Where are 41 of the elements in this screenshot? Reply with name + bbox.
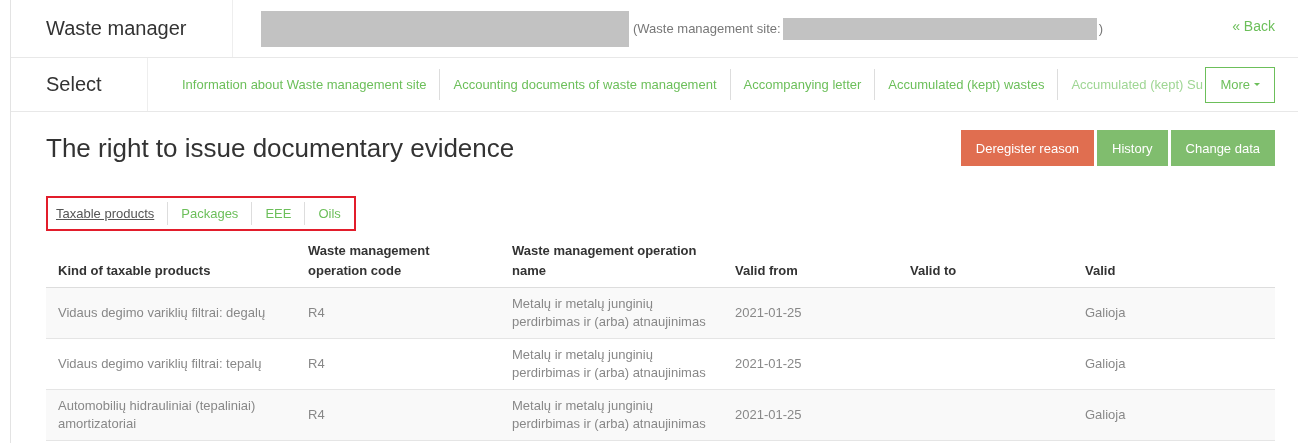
nav-label: Select <box>46 73 102 96</box>
tab[interactable]: Packages <box>168 202 253 225</box>
tab[interactable]: Taxable products <box>48 202 169 225</box>
nav-link[interactable]: Accumulated (kept) wastes <box>875 69 1059 100</box>
table-cell: 2021-01-25 <box>735 356 802 371</box>
action-button[interactable]: Change data <box>1170 130 1275 166</box>
table-cell: Metalų ir metalų junginių perdirbimas ir (arba) atnaujinimas <box>512 347 706 380</box>
column-header: Kind of taxable products <box>46 235 296 288</box>
column-header: Valid <box>1073 235 1275 288</box>
more-button[interactable]: More <box>1205 66 1275 103</box>
app-title: Waste manager <box>46 17 187 40</box>
table-cell: R4 <box>308 305 325 320</box>
table-cell: Galioja <box>1085 305 1126 320</box>
nav-link[interactable]: Accumulated (kept) Su <box>1058 69 1205 100</box>
nav-link[interactable]: Information about Waste management site <box>148 69 441 100</box>
table-cell: Automobilių hidrauliniai (tepaliniai) amortizatoriai <box>58 398 256 431</box>
nav-link[interactable]: Accounting documents of waste management <box>440 69 731 100</box>
column-header: Valid to <box>898 235 1073 288</box>
caret-icon <box>1254 83 1260 86</box>
table-cell: 2021-01-25 <box>735 407 802 422</box>
table-cell: Vidaus degimo variklių filtrai: tepalų <box>58 356 262 371</box>
table-cell: 2021-01-25 <box>735 305 802 320</box>
column-header: Valid from <box>723 235 898 288</box>
action-button[interactable]: History <box>1097 130 1168 166</box>
site-label: (Waste management site: <box>632 21 782 36</box>
tab[interactable]: EEE <box>252 202 306 225</box>
table-cell: Galioja <box>1085 407 1126 422</box>
table-cell: R4 <box>308 356 325 371</box>
table-cell: Vidaus degimo variklių filtrai: degalų <box>58 305 266 320</box>
table-cell: Galioja <box>1085 356 1126 371</box>
table-cell: Metalų ir metalų junginių perdirbimas ir (arba) atnaujinimas <box>512 398 706 431</box>
page-title: The right to issue documentary evidence <box>46 132 515 164</box>
site-label-end: ) <box>1097 21 1104 36</box>
column-header: Waste management operation name <box>500 235 723 288</box>
action-button[interactable]: Deregister reason <box>960 130 1095 166</box>
table-cell: R4 <box>308 407 325 422</box>
column-header: Waste management operation code <box>296 235 500 288</box>
tab[interactable]: Oils <box>305 202 354 225</box>
back-link[interactable]: « Back <box>1232 17 1275 34</box>
nav-link[interactable]: Accompanying letter <box>730 69 876 100</box>
table-cell: Metalų ir metalų junginių perdirbimas ir (arba) atnaujinimas <box>512 296 706 329</box>
